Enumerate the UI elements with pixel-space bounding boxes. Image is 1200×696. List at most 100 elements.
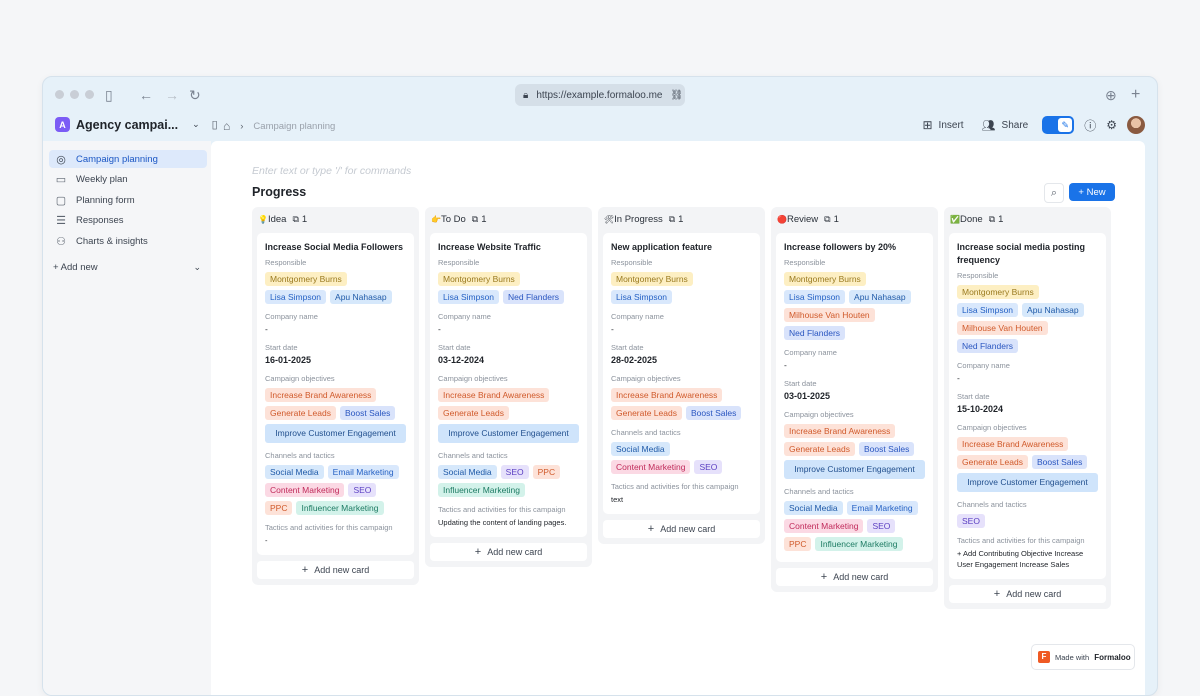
sidebar-item-charts[interactable]: ⚇ Charts & insights — [49, 232, 207, 250]
help-icon[interactable]: ⓘ — [1084, 117, 1096, 134]
responsible-tag: Milhouse Van Houten — [784, 308, 875, 322]
kanban-column-done: ✅ Done ⧉ 1 Increase social media posting fre… — [944, 207, 1111, 609]
back-icon[interactable]: ← — [139, 86, 153, 104]
add-card-label: Add new card — [833, 572, 889, 582]
start-date-value: 03-12-2024 — [438, 355, 485, 365]
field-label-company: Company name — [611, 312, 664, 321]
field-label-channels: Channels and tactics — [438, 451, 508, 460]
objective-tag: Increase Brand Awareness — [784, 424, 896, 438]
responsible-tag: Ned Flanders — [957, 339, 1019, 353]
maximize-dot[interactable] — [85, 90, 94, 99]
channel-tag: SEO — [348, 483, 377, 497]
responsible-tag: Milhouse Van Houten — [957, 321, 1048, 335]
sidebar-item-campaign-planning[interactable]: ◎ Campaign planning — [49, 150, 207, 168]
field-label-company: Company name — [265, 312, 318, 321]
search-button[interactable]: ⌕ — [1044, 183, 1064, 203]
objective-tag: Increase Brand Awareness — [611, 388, 723, 402]
responsible-tag: Montgomery Burns — [784, 272, 866, 286]
tactics-value: text — [611, 495, 624, 504]
sidebar-item-weekly-plan[interactable]: ▭ Weekly plan — [49, 171, 207, 189]
kanban-card[interactable]: Increase followers by 20% Responsible Mont… — [776, 233, 933, 562]
home-icon[interactable]: ⌂ — [223, 119, 230, 133]
workspace-name: Agency campai... — [76, 117, 179, 132]
new-tab-icon[interactable]: + — [1131, 86, 1140, 104]
count-value: 1 — [301, 213, 308, 225]
start-date-value: 16-01-2025 — [265, 355, 312, 365]
responsible-tag: Lisa Simpson — [957, 303, 1019, 317]
kanban-card[interactable]: Increase Social Media Followers Responsib… — [257, 233, 414, 555]
sidebar-toggle-icon[interactable]: ▯ — [105, 86, 113, 104]
close-dot[interactable] — [55, 90, 64, 99]
plus-icon: + — [301, 564, 309, 576]
objective-tag: Boost Sales — [685, 406, 742, 420]
kanban-card[interactable]: Increase Website Traffic Responsible Montg… — [430, 233, 587, 537]
column-header[interactable]: 🛠 In Progress ⧉ 1 — [604, 212, 760, 226]
channel-tags: Social Media Email Marketing Content Marke… — [784, 501, 925, 551]
kanban-card[interactable]: New application feature Responsible Montgo… — [603, 233, 760, 514]
column-header[interactable]: 💡 Idea ⧉ 1 — [258, 212, 414, 226]
kanban-card[interactable]: Increase social media posting frequency R… — [949, 233, 1106, 579]
made-with-badge[interactable]: F Made with Formaloo — [1031, 644, 1135, 670]
minimize-dot[interactable] — [70, 90, 79, 99]
start-date-value: 15-10-2024 — [957, 404, 1004, 414]
edit-mode-toggle[interactable]: ✎ — [1042, 116, 1075, 134]
gear-icon[interactable]: ⚙ — [1106, 118, 1117, 132]
copy-icon: ⧉ — [988, 213, 996, 224]
add-new-card-button[interactable]: + Add new card — [257, 561, 414, 579]
forward-icon[interactable]: → — [165, 86, 179, 104]
add-new-card-button[interactable]: + Add new card — [430, 543, 587, 561]
responsible-tag: Montgomery Burns — [438, 272, 520, 286]
add-new-button[interactable]: + Add new ⌄ — [53, 262, 201, 273]
add-new-card-button[interactable]: + Add new card — [776, 568, 933, 586]
column-name: Review — [786, 213, 819, 225]
reload-icon[interactable]: ↻ — [189, 86, 201, 104]
target-icon: ◎ — [56, 153, 66, 166]
objective-tags: Increase Brand Awareness Generate Leads Bo… — [784, 424, 925, 479]
collapse-sidebar-icon[interactable]: ▯ — [212, 118, 218, 131]
channel-tag: Social Media — [611, 442, 670, 456]
share-button[interactable]: 👥︎ Share — [978, 119, 1033, 132]
objective-tag: Improve Customer Engagement — [957, 473, 1098, 492]
responsible-tags: Montgomery Burns Lisa Simpson Apu Nahasap — [265, 272, 406, 304]
card-title: Increase followers by 20% — [784, 242, 897, 252]
download-icon[interactable]: ⊕ — [1105, 86, 1117, 104]
chevron-down-icon[interactable]: ⌄ — [192, 119, 200, 130]
column-header[interactable]: 🔴 Review ⧉ 1 — [777, 212, 933, 226]
sidebar-item-planning-form[interactable]: ▢ Planning form — [49, 191, 207, 209]
objective-tag: Boost Sales — [858, 442, 915, 456]
command-input[interactable]: Enter text or type '/' for commands — [252, 165, 411, 177]
add-new-card-button[interactable]: + Add new card — [949, 585, 1106, 603]
channel-tag: Content Marketing — [784, 519, 864, 533]
company-value: - — [438, 324, 441, 334]
card-title: Increase Social Media Followers — [265, 242, 404, 252]
field-label-start-date: Start date — [265, 343, 298, 352]
objective-tag: Increase Brand Awareness — [438, 388, 550, 402]
workspace-avatar: A — [55, 117, 70, 132]
channel-tags: SEO — [957, 514, 1098, 528]
channel-tag: Social Media — [784, 501, 843, 515]
link-icon[interactable]: ⛓︎ — [671, 90, 684, 101]
responsible-tag: Lisa Simpson — [265, 290, 327, 304]
chevron-down-icon[interactable]: ⌄ — [193, 262, 201, 273]
sidebar-item-responses[interactable]: ☰ Responses — [49, 212, 207, 230]
responsible-tags: Montgomery Burns Lisa Simpson Apu Nahasap M… — [784, 272, 925, 340]
tactics-value: + Add Contributing Objective Increase Us… — [957, 549, 1084, 569]
count-value: 1 — [833, 213, 839, 225]
responsible-tag: Montgomery Burns — [957, 285, 1039, 299]
breadcrumb-current[interactable]: Campaign planning — [253, 121, 335, 132]
objective-tag: Increase Brand Awareness — [265, 388, 377, 402]
copy-icon: ⧉ — [824, 213, 831, 224]
channel-tag: Social Media — [438, 465, 497, 479]
new-record-button[interactable]: + New — [1069, 183, 1115, 201]
column-header[interactable]: ✅ Done ⧉ 1 — [950, 212, 1106, 226]
channel-tag: Content Marketing — [265, 483, 345, 497]
window-controls[interactable] — [55, 90, 94, 99]
column-header[interactable]: 👉 To Do ⧉ 1 — [431, 212, 587, 226]
add-card-label: Add new card — [1006, 589, 1062, 599]
tactics-value: - — [265, 536, 268, 545]
add-new-card-button[interactable]: + Add new card — [603, 520, 760, 538]
insert-button[interactable]: ⊞ Insert — [918, 118, 967, 132]
workspace-switcher[interactable]: A Agency campai... ⌄ ▯ — [55, 117, 218, 132]
url-bar[interactable]: 🔒︎ https://example.formaloo.me ⛓︎ — [515, 84, 685, 106]
user-avatar[interactable] — [1127, 116, 1145, 134]
